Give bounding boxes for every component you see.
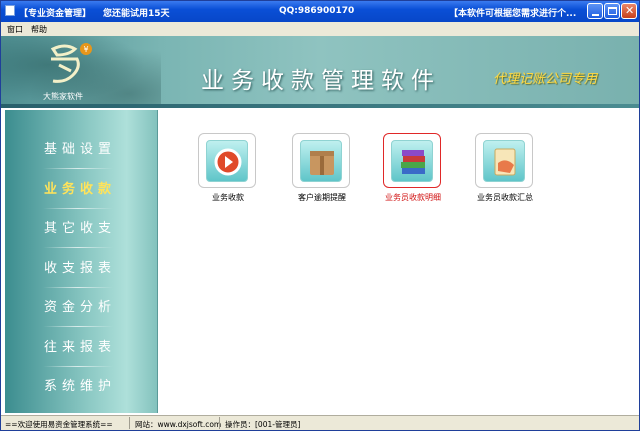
module-panel: 业务收款 客户逾期提醒 业务员收款明细 业务员收款汇总 [161, 110, 637, 413]
close-icon: ✕ [625, 4, 635, 17]
module-overdue-reminder-button[interactable] [292, 133, 350, 188]
menu-help[interactable]: 帮助 [31, 24, 47, 35]
nav-divider [43, 366, 113, 367]
banner-divider [1, 104, 639, 108]
sidebar-item-system-maintenance[interactable]: 系统维护 [5, 375, 155, 399]
nav-divider [43, 208, 113, 209]
module-staff-receipt-detail-button[interactable] [383, 133, 441, 188]
welcome-text: ==欢迎使用易资金管理系统== [5, 420, 113, 429]
sidebar-item-label: 往来报表 [43, 340, 116, 355]
module-staff-receipt-summary-button[interactable] [475, 133, 533, 188]
package-box-icon [300, 140, 342, 182]
notice-text: 【本软件可根据您需求进行个... [449, 9, 577, 19]
module-business-receipts-label[interactable]: 业务收款 [183, 192, 273, 203]
minimize-button[interactable] [587, 3, 603, 19]
sidebar-item-label: 业务收款 [43, 182, 116, 197]
sidebar-item-basic-settings[interactable]: 基础设置 [5, 138, 155, 169]
app-main-title: 业务收款管理软件 [201, 68, 441, 94]
menu-bar: 窗口 帮助 [1, 22, 639, 36]
nav-divider [43, 168, 113, 169]
title-bar[interactable]: 【专业资金管理】 您还能试用15天 QQ:986900170 【本软件可根据您需… [1, 1, 639, 22]
module-staff-receipt-detail-label[interactable]: 业务员收款明细 [368, 192, 458, 203]
maximize-button[interactable] [604, 3, 620, 19]
module-staff-receipt-summary-label[interactable]: 业务员收款汇总 [460, 192, 550, 203]
sidebar-item-other-income-expense[interactable]: 其它收支 [5, 217, 155, 248]
minimize-icon [592, 14, 599, 16]
module-overdue-reminder-label[interactable]: 客户逾期提醒 [277, 192, 367, 203]
window-title: 【专业资金管理】 [19, 9, 92, 19]
qq-text: QQ:986900170 [279, 6, 355, 16]
status-bar: ==欢迎使用易资金管理系统== 网站：www.dxjsoft.com 操作员：[… [1, 415, 639, 430]
svg-text:¥: ¥ [83, 45, 88, 54]
website-text: 网站：www.dxjsoft.com [135, 420, 222, 429]
maximize-icon [608, 7, 617, 15]
status-divider [129, 417, 130, 429]
app-window: 【专业资金管理】 您还能试用15天 QQ:986900170 【本软件可根据您需… [0, 0, 640, 431]
sidebar-item-account-report[interactable]: 往来报表 [5, 336, 155, 367]
app-icon [5, 5, 15, 16]
header-banner: ¥ 大熊家软件 业务收款管理软件 代理记账公司专用 [1, 36, 639, 108]
brand-name: 大熊家软件 [43, 92, 83, 101]
nav-divider [43, 247, 113, 248]
sidebar-item-label: 资金分析 [43, 300, 116, 315]
operator-text: 操作员：[001-管理员] [225, 420, 301, 429]
sidebar-item-label: 收支报表 [43, 261, 116, 276]
trial-text: 您还能试用15天 [103, 9, 170, 19]
brand-logo-icon: ¥ [50, 43, 92, 83]
document-hand-icon [483, 140, 525, 182]
nav-divider [43, 287, 113, 288]
sidebar-item-label: 其它收支 [43, 221, 116, 236]
play-circle-icon [206, 140, 248, 182]
sidebar-item-label: 系统维护 [43, 379, 116, 394]
close-button[interactable]: ✕ [621, 3, 637, 19]
sidebar-item-income-expense-report[interactable]: 收支报表 [5, 257, 155, 288]
sidebar-item-label: 基础设置 [43, 142, 116, 157]
sidebar-item-fund-analysis[interactable]: 资金分析 [5, 296, 155, 327]
module-business-receipts-button[interactable] [198, 133, 256, 188]
sidebar-item-business-receipts[interactable]: 业务收款 [5, 178, 155, 209]
status-divider [219, 417, 220, 429]
app-subtitle: 代理记账公司专用 [493, 72, 598, 87]
menu-window[interactable]: 窗口 [7, 24, 23, 35]
books-stack-icon [391, 140, 433, 182]
nav-divider [43, 326, 113, 327]
sidebar-nav: 基础设置 业务收款 其它收支 收支报表 资金分析 往来报表 系统维护 [5, 110, 158, 413]
